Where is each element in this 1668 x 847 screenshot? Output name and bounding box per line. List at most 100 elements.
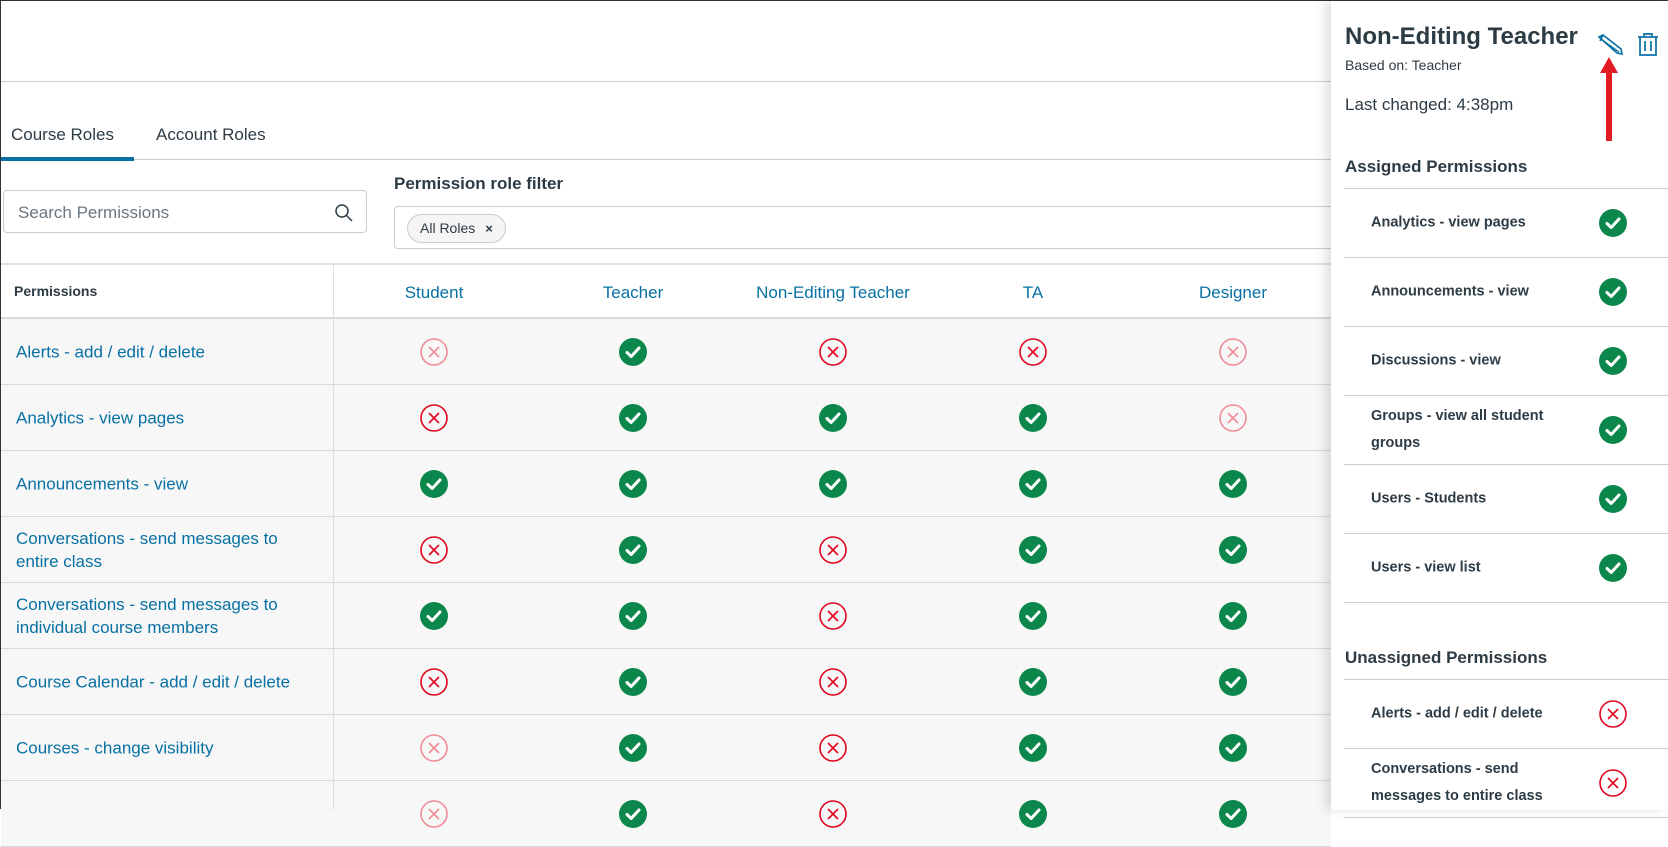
check-circle-icon	[1598, 553, 1628, 583]
x-circle-icon[interactable]	[1218, 337, 1248, 367]
assigned-permissions-header: Assigned Permissions	[1345, 157, 1528, 176]
check-circle-icon[interactable]	[618, 667, 648, 697]
role-header-1[interactable]: Teacher	[543, 271, 723, 315]
column-divider	[333, 263, 334, 810]
check-circle-icon[interactable]	[1018, 601, 1048, 631]
pencil-edit-icon[interactable]	[1596, 33, 1624, 57]
search-icon	[335, 204, 353, 222]
role-title: Non-Editing Teacher	[1345, 23, 1578, 50]
x-circle-icon[interactable]	[818, 601, 848, 631]
permissions-column-header: Permissions	[14, 283, 98, 299]
check-circle-icon[interactable]	[618, 403, 648, 433]
active-tab-indicator	[1, 157, 134, 161]
table-row: Analytics - view pages	[1, 385, 1331, 451]
unassigned-permissions-header: Unassigned Permissions	[1345, 648, 1548, 667]
header-divider	[1, 81, 1331, 82]
permission-name-link[interactable]: Courses - change visibility	[16, 736, 296, 759]
permission-label: Analytics - view pages	[1371, 214, 1526, 231]
x-circle-icon[interactable]	[419, 733, 449, 763]
role-header-label: TA	[1022, 283, 1044, 302]
check-circle-icon[interactable]	[1218, 733, 1248, 763]
tab-account-roles[interactable]: Account Roles	[156, 125, 266, 145]
x-circle-icon[interactable]	[818, 667, 848, 697]
check-circle-icon[interactable]	[818, 469, 848, 499]
check-circle-icon[interactable]	[419, 601, 449, 631]
tab-course-roles[interactable]: Course Roles	[11, 125, 114, 145]
assigned-permission-item: Discussions - view	[1344, 327, 1668, 396]
check-circle-icon[interactable]	[1218, 535, 1248, 565]
assigned-permission-item: Groups - view all student groups	[1344, 396, 1668, 465]
search-permissions-input[interactable]: Search Permissions	[3, 190, 367, 233]
permission-label: Groups - view all student groups	[1371, 408, 1544, 451]
check-circle-icon	[1598, 415, 1628, 445]
x-circle-icon[interactable]	[818, 337, 848, 367]
check-circle-icon	[1598, 277, 1628, 307]
permission-label: Users - view list	[1371, 559, 1481, 576]
permission-label: Conversations - send messages to entire …	[1371, 761, 1543, 804]
role-header-4[interactable]: Designer	[1143, 271, 1323, 315]
x-circle-icon[interactable]	[818, 733, 848, 763]
table-row: Conversations - send messages to individ…	[1, 583, 1331, 649]
chip-remove-icon[interactable]: ×	[485, 221, 493, 236]
check-circle-icon[interactable]	[618, 733, 648, 763]
check-circle-icon	[1598, 208, 1628, 238]
check-circle-icon[interactable]	[1018, 535, 1048, 565]
check-circle-icon[interactable]	[1018, 799, 1048, 829]
check-circle-icon[interactable]	[1218, 667, 1248, 697]
check-circle-icon[interactable]	[1018, 403, 1048, 433]
x-circle-icon[interactable]	[419, 667, 449, 697]
x-circle-icon[interactable]	[1018, 337, 1048, 367]
role-header-label: Teacher	[602, 283, 664, 302]
trash-delete-icon[interactable]	[1636, 32, 1660, 57]
assigned-permission-item: Users - Students	[1344, 465, 1668, 534]
table-row: Announcements - view	[1, 451, 1331, 517]
permission-name-link[interactable]: Announcements - view	[16, 472, 296, 495]
check-circle-icon[interactable]	[1018, 469, 1048, 499]
check-circle-icon[interactable]	[419, 469, 449, 499]
permission-label: Alerts - add / edit / delete	[1371, 705, 1543, 722]
check-circle-icon[interactable]	[1218, 601, 1248, 631]
permission-role-filter-label: Permission role filter	[394, 174, 564, 193]
x-circle-icon[interactable]	[818, 535, 848, 565]
unassigned-permission-item: Alerts - add / edit / delete	[1344, 680, 1668, 749]
permission-label: Announcements - view	[1371, 283, 1529, 300]
check-circle-icon[interactable]	[618, 535, 648, 565]
role-header-label: Non-Editing Teacher	[756, 283, 910, 302]
x-circle-icon[interactable]	[818, 799, 848, 829]
x-circle-icon[interactable]	[1218, 403, 1248, 433]
check-circle-icon[interactable]	[1018, 667, 1048, 697]
role-header-2[interactable]: Non-Editing Teacher	[743, 271, 923, 315]
check-circle-icon[interactable]	[818, 403, 848, 433]
check-circle-icon[interactable]	[618, 469, 648, 499]
x-circle-icon[interactable]	[419, 337, 449, 367]
check-circle-icon[interactable]	[618, 799, 648, 829]
check-circle-icon[interactable]	[1218, 469, 1248, 499]
x-circle-icon[interactable]	[419, 535, 449, 565]
last-changed: Last changed: 4:38pm	[1345, 95, 1514, 114]
table-row: Alerts - add / edit / delete	[1, 319, 1331, 385]
x-circle-icon	[1598, 699, 1628, 729]
chip-label: All Roles	[420, 220, 476, 236]
check-circle-icon	[1598, 346, 1628, 376]
permission-name-link[interactable]: Conversations - send messages to entire …	[16, 527, 296, 573]
check-circle-icon[interactable]	[618, 337, 648, 367]
check-circle-icon[interactable]	[1018, 733, 1048, 763]
permission-name-link[interactable]: Course Calendar - add / edit / delete	[16, 670, 296, 693]
permission-name-link[interactable]: Analytics - view pages	[16, 406, 296, 429]
check-circle-icon[interactable]	[1218, 799, 1248, 829]
permission-name-link[interactable]: Conversations - send messages to individ…	[16, 593, 296, 639]
x-circle-icon[interactable]	[419, 799, 449, 829]
role-header-0[interactable]: Student	[344, 271, 524, 315]
table-row: Course Calendar - add / edit / delete	[1, 649, 1331, 715]
assigned-permission-item: Analytics - view pages	[1344, 189, 1668, 258]
x-circle-icon[interactable]	[419, 403, 449, 433]
all-roles-chip[interactable]: All Roles ×	[407, 214, 506, 243]
role-header-label: Student	[404, 283, 464, 302]
permission-role-filter-input[interactable]: All Roles ×	[394, 206, 1354, 249]
permission-name-link[interactable]: Alerts - add / edit / delete	[16, 340, 296, 363]
search-placeholder: Search Permissions	[18, 203, 170, 222]
based-on: Based on: Teacher	[1345, 57, 1462, 73]
role-header-3[interactable]: TA	[943, 271, 1123, 315]
check-circle-icon[interactable]	[618, 601, 648, 631]
assigned-permission-item: Users - view list	[1344, 534, 1668, 603]
